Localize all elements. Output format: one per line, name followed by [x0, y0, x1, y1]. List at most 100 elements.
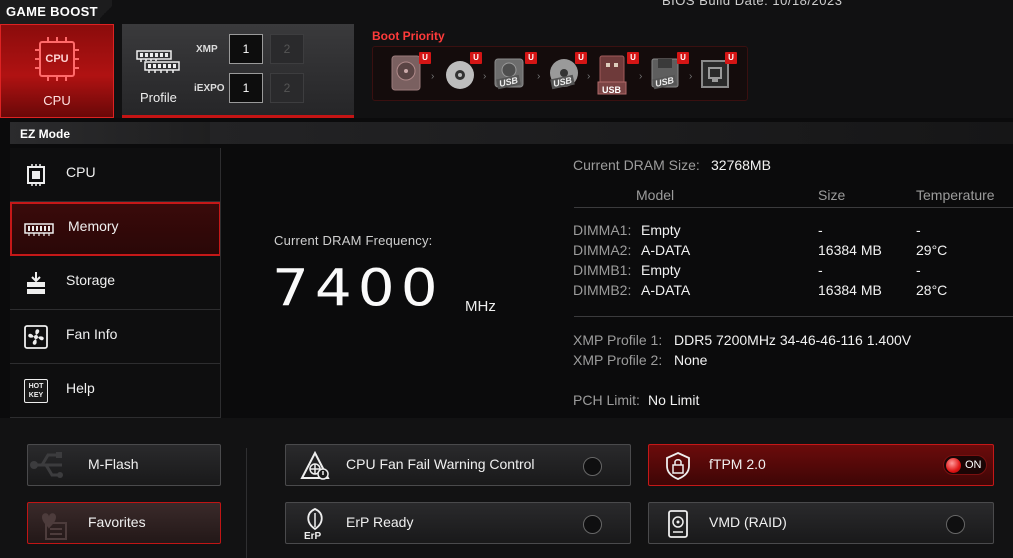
hotkey-icon: HOT KEY [24, 379, 48, 403]
xmp-profile-2-label: XMP Profile 2: [573, 352, 663, 368]
memory-profile-icon [136, 50, 180, 73]
cpu-label: CPU [43, 93, 71, 108]
memory-icon [24, 223, 54, 236]
chevron-right-icon: › [587, 71, 591, 82]
game-boost-label: GAME BOOST [0, 0, 100, 24]
dimm-temp: - [916, 262, 921, 278]
favorites-label: Favorites [88, 514, 146, 530]
chevron-right-icon: › [431, 71, 435, 82]
shield-lock-icon [666, 452, 690, 480]
ftpm-label: fTPM 2.0 [709, 456, 766, 472]
ez-mode-bar: EZ Mode [10, 122, 1013, 144]
sidebar-item-label: Storage [66, 272, 116, 288]
vmd-raid-radio[interactable] [946, 515, 965, 534]
favorites-button[interactable]: Favorites [27, 502, 221, 544]
cpu-fan-fail-radio[interactable] [583, 457, 602, 476]
game-boost-cpu-button[interactable]: CPU CPU [0, 24, 114, 118]
dram-frequency-caption: Current DRAM Frequency: [274, 233, 433, 248]
vmd-raid-label: VMD (RAID) [709, 514, 787, 530]
boot-device-usb-hdd[interactable]: USB [493, 55, 527, 91]
uefi-badge: U [627, 52, 639, 64]
dimm-temp: 29°C [916, 242, 948, 258]
sidebar-item-label: CPU [66, 164, 96, 180]
hdd-icon [391, 55, 421, 91]
ftpm-toggle[interactable]: fTPM 2.0 ON [648, 444, 994, 486]
cpu-chip-text: CPU [45, 53, 69, 65]
dram-size-label: Current DRAM Size: [573, 157, 700, 173]
storage-icon [27, 272, 45, 294]
ftpm-switch-knob [946, 458, 961, 473]
dram-frequency-unit: MHz [465, 298, 496, 315]
sidebar-item-storage[interactable]: Storage [10, 256, 221, 310]
iexpo-profile-1-button[interactable]: 1 [229, 73, 263, 103]
erp-ready-radio[interactable] [583, 515, 602, 534]
top-bar: GAME BOOST BIOS Build Date: 10/18/2023 C… [0, 0, 1013, 118]
dimm-model: A-DATA [641, 282, 691, 298]
boot-device-usb-key[interactable]: USB [595, 55, 629, 95]
uefi-badge: U [470, 52, 482, 64]
sidebar-item-fan-info[interactable]: Fan Info [10, 310, 221, 364]
sidebar-item-help[interactable]: HOT KEY Help [10, 364, 221, 418]
bottom-divider [246, 448, 247, 558]
cpu-chip-icon: CPU [35, 37, 79, 81]
hotkey-text-top: HOT [28, 383, 44, 390]
ftpm-switch-state: ON [965, 459, 982, 471]
bios-build-date: BIOS Build Date: 10/18/2023 [662, 0, 843, 8]
dimm-slot: DIMMB2: [573, 282, 632, 298]
erp-ready-label: ErP Ready [346, 514, 414, 530]
dimm-temp: 28°C [916, 282, 948, 298]
header-divider [574, 207, 1013, 208]
cpu-fan-fail-warning-toggle[interactable]: CPU Fan Fail Warning Control [285, 444, 631, 486]
raid-disk-icon [668, 510, 688, 538]
column-header-model: Model [636, 187, 675, 203]
dram-frequency-value: 7400 [272, 258, 444, 318]
dimm-size: - [818, 222, 823, 238]
profile-label: Profile [140, 90, 177, 105]
usb-tag: USB [602, 85, 622, 95]
pch-limit-label: PCH Limit: [573, 392, 640, 408]
section-divider [574, 316, 1013, 317]
sidebar-item-memory[interactable]: Memory [10, 202, 221, 256]
chevron-right-icon: › [689, 71, 693, 82]
dimm-model: A-DATA [641, 242, 691, 258]
hotkey-text-bottom: KEY [28, 392, 44, 399]
dimm-size: - [818, 262, 823, 278]
sidebar-item-label: Memory [68, 218, 119, 234]
favorites-icon [42, 513, 67, 540]
xmp-profile-2-value: None [674, 352, 708, 368]
m-flash-button[interactable]: M-Flash [27, 444, 221, 486]
fan-warning-icon [300, 451, 330, 480]
dimm-model: Empty [641, 222, 681, 238]
xmp-profile-2-button[interactable]: 2 [270, 34, 304, 64]
dimm-model: Empty [641, 262, 681, 278]
erp-leaf-icon [307, 508, 323, 531]
sidebar-item-label: Fan Info [66, 326, 118, 342]
xmp-profile-1-label: XMP Profile 1: [573, 332, 663, 348]
erp-ready-toggle[interactable]: ErP ErP Ready [285, 502, 631, 544]
uefi-badge: U [419, 52, 431, 64]
iexpo-profile-2-button[interactable]: 2 [270, 73, 304, 103]
uefi-badge: U [525, 52, 537, 64]
chevron-right-icon: › [639, 71, 643, 82]
vmd-raid-toggle[interactable]: VMD (RAID) [648, 502, 994, 544]
chevron-right-icon: › [537, 71, 541, 82]
dimm-slot: DIMMA1: [573, 222, 632, 238]
usb-flash-icon [30, 452, 63, 478]
erp-icon-text: ErP [304, 531, 322, 542]
m-flash-label: M-Flash [88, 456, 139, 472]
dimm-temp: - [916, 222, 921, 238]
iexpo-label: iEXPO [194, 83, 225, 94]
sidebar-item-cpu[interactable]: CPU [10, 148, 221, 202]
cpu-icon [27, 164, 45, 186]
uefi-badge: U [575, 52, 587, 64]
sidebar-divider [220, 148, 221, 418]
column-header-size: Size [818, 187, 846, 203]
chevron-right-icon: › [483, 71, 487, 82]
xmp-profile-1-button[interactable]: 1 [229, 34, 263, 64]
cpu-fan-fail-warning-label: CPU Fan Fail Warning Control [346, 456, 535, 472]
pch-limit-value: No Limit [648, 392, 700, 408]
ez-mode-label: EZ Mode [10, 122, 210, 144]
memory-info-panel: Current DRAM Size: 32768MB Model Size Te… [560, 150, 1013, 418]
uefi-badge: U [677, 52, 689, 64]
ftpm-switch[interactable]: ON [943, 455, 987, 475]
